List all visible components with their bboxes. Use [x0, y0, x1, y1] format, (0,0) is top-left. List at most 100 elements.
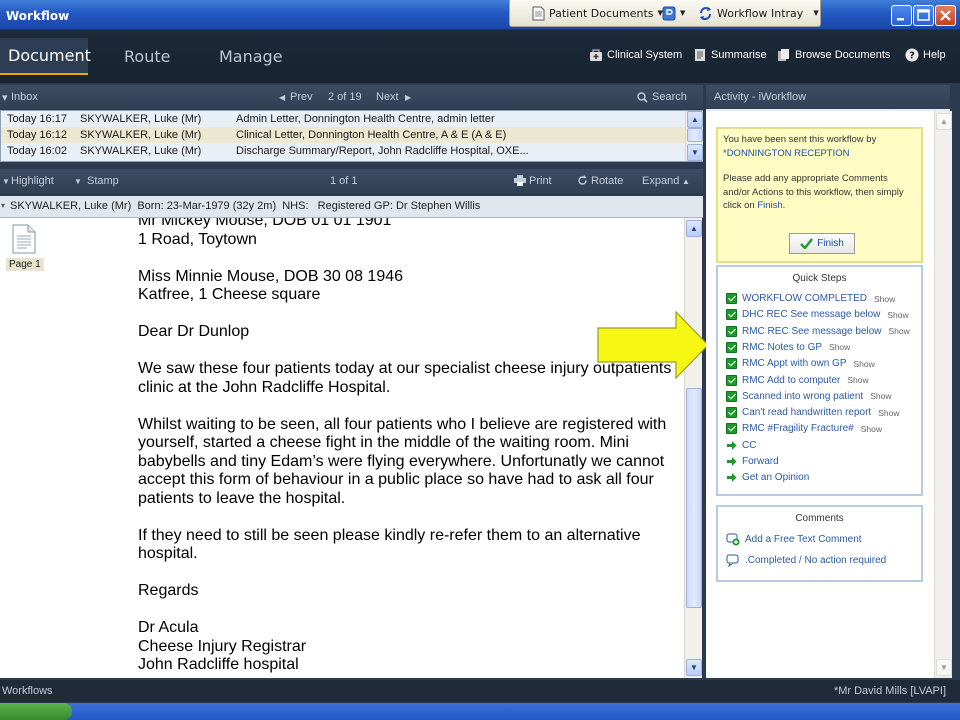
quick-step-item[interactable]: Get an Opinion: [726, 472, 809, 483]
rotate-icon[interactable]: [577, 175, 588, 186]
green-check-icon: [726, 325, 737, 337]
start-button[interactable]: [0, 703, 72, 720]
dropdown-arrow-icon: ▼: [680, 9, 686, 17]
minimize-button[interactable]: [891, 5, 912, 26]
stamp-button[interactable]: Stamp: [87, 175, 119, 187]
scroll-down-icon[interactable]: ▼: [687, 144, 703, 161]
scroll-down-icon[interactable]: ▼: [686, 659, 702, 676]
quick-step-item[interactable]: Forward: [726, 456, 779, 467]
search-button[interactable]: Search: [652, 91, 687, 103]
inbox-row-patient: SKYWALKER, Luke (Mr): [80, 113, 202, 125]
inbox-row-description: Clinical Letter, Donnington Health Centr…: [236, 129, 507, 141]
patient-bar: ▾ SKYWALKER, Luke (Mr) Born: 23-Mar-1979…: [0, 196, 703, 218]
quick-step-label: Forward: [742, 456, 779, 467]
expand-button[interactable]: Expand: [642, 175, 679, 187]
inbox-row[interactable]: Today 16:17 SKYWALKER, Luke (Mr) Admin L…: [1, 111, 685, 127]
inbox-row[interactable]: Today 16:02 SKYWALKER, Luke (Mr) Dischar…: [1, 143, 685, 159]
print-button[interactable]: Print: [529, 175, 552, 187]
quick-step-show-link[interactable]: Show: [829, 342, 850, 352]
completed-comment-link[interactable]: .Completed / No action required: [726, 554, 886, 567]
quick-step-show-link[interactable]: Show: [887, 310, 908, 320]
maximize-button[interactable]: [913, 5, 934, 26]
green-check-icon: [726, 423, 737, 435]
inbox-header: ▾ Inbox ◀ Prev 2 of 19 Next ▶ Search: [0, 85, 703, 109]
quick-step-label: DHC REC See message below: [742, 309, 881, 321]
prev-button[interactable]: Prev: [290, 91, 313, 103]
quick-step-item[interactable]: RMC #Fragility Fracture# Show: [726, 423, 882, 435]
inbox-row-selected[interactable]: Today 16:12 SKYWALKER, Luke (Mr) Clinica…: [1, 127, 685, 143]
quick-step-item[interactable]: Scanned into wrong patient Show: [726, 390, 891, 402]
highlight-button[interactable]: Highlight: [11, 175, 54, 187]
inbox-row-time: Today 16:12: [7, 129, 67, 141]
quick-step-item[interactable]: DHC REC See message below Show: [726, 309, 909, 321]
tab-document[interactable]: Document: [0, 38, 91, 75]
finish-button[interactable]: Finish: [789, 233, 855, 254]
help-label: Help: [923, 49, 946, 61]
window-title: Workflow: [6, 9, 70, 23]
quick-step-item[interactable]: WORKFLOW COMPLETED Show: [726, 293, 895, 304]
quick-step-show-link[interactable]: Show: [853, 359, 874, 369]
quick-step-show-link[interactable]: Show: [847, 375, 868, 385]
workflow-intray-button[interactable]: Workflow Intray ▼: [698, 3, 819, 23]
workflow-intray-label: Workflow Intray: [717, 6, 804, 20]
expand-arrow-icon[interactable]: ▲: [682, 177, 690, 186]
activity-scrollbar[interactable]: ▲ ▼: [934, 111, 952, 678]
next-button[interactable]: Next: [376, 91, 399, 103]
workflow-notice: You have been sent this workflow by *DON…: [716, 127, 923, 263]
letter-paragraph: If they need to still be seen please kin…: [138, 526, 641, 563]
letter-body: Mr Mickey Mouse, DOB 01 01 1901 1 Road, …: [138, 218, 678, 678]
prev-arrow-icon[interactable]: ◀: [279, 93, 285, 102]
quick-step-item[interactable]: RMC Appt with own GP Show: [726, 358, 875, 370]
collapse-arrow-icon[interactable]: ▾: [1, 201, 5, 210]
notice-instructions: Please add any appropriate Comments and/…: [723, 173, 904, 211]
tab-manage[interactable]: Manage: [211, 38, 291, 75]
quick-step-item[interactable]: RMC Add to computer Show: [726, 374, 869, 386]
quick-step-item[interactable]: Can't read handwritten report Show: [726, 407, 899, 419]
tab-route[interactable]: Route: [116, 38, 178, 75]
add-comment-link[interactable]: Add a Free Text Comment: [726, 533, 862, 546]
document-scrollbar[interactable]: ▲ ▼: [684, 218, 702, 678]
quick-step-label: RMC Notes to GP: [742, 341, 823, 353]
help-link[interactable]: ? Help: [905, 48, 946, 62]
page-thumbnail-label: Page 1: [6, 258, 44, 271]
scroll-thumb[interactable]: [686, 388, 702, 608]
quick-steps-box: Quick Steps WORKFLOW COMPLETED Show DHC RE…: [716, 265, 923, 496]
clinical-system-link[interactable]: Clinical System: [589, 48, 682, 62]
search-icon[interactable]: [637, 92, 648, 103]
close-icon: [940, 10, 951, 21]
quick-step-show-link[interactable]: Show: [874, 294, 895, 304]
quick-step-show-link[interactable]: Show: [870, 391, 891, 401]
quick-step-item[interactable]: RMC REC See message below Show: [726, 325, 910, 337]
stamp-dropdown-icon[interactable]: ▼: [74, 177, 82, 186]
browse-documents-link[interactable]: Browse Documents: [777, 48, 890, 62]
inbox-row-time: Today 16:02: [7, 145, 67, 157]
scroll-down-icon[interactable]: ▼: [936, 659, 952, 676]
highlight-dropdown-icon[interactable]: ▼: [2, 177, 10, 186]
green-check-icon: [726, 293, 737, 304]
summarise-link[interactable]: Summarise: [693, 48, 767, 62]
quick-step-show-link[interactable]: Show: [889, 326, 910, 336]
next-arrow-icon[interactable]: ▶: [405, 93, 411, 102]
quick-step-item[interactable]: RMC Notes to GP Show: [726, 341, 850, 353]
scroll-up-icon[interactable]: ▲: [686, 220, 702, 237]
close-button[interactable]: [935, 5, 956, 26]
scroll-up-icon[interactable]: ▲: [936, 113, 952, 130]
collapse-arrow-icon[interactable]: ▾: [2, 91, 8, 104]
rotate-button[interactable]: Rotate: [591, 175, 623, 187]
inbox-row-description: Admin Letter, Donnington Health Centre, …: [236, 113, 495, 125]
top-toolbar: Patient Documents ▼ ▼ Workflow Intray ▼: [509, 0, 821, 27]
os-taskbar: [0, 703, 960, 720]
logged-in-user: *Mr David Mills [LVAPI]: [833, 685, 946, 697]
quick-step-show-link[interactable]: Show: [861, 424, 882, 434]
scroll-thumb[interactable]: [687, 128, 703, 142]
patient-documents-button[interactable]: Patient Documents ▼: [532, 3, 663, 23]
app-menu-button[interactable]: ▼: [662, 3, 685, 23]
inbox-scrollbar[interactable]: ▲ ▼: [685, 111, 703, 161]
dropdown-arrow-icon: ▼: [813, 9, 819, 17]
page-thumbnail[interactable]: [11, 224, 37, 254]
green-check-icon: [726, 358, 737, 370]
scroll-up-icon[interactable]: ▲: [687, 111, 703, 128]
quick-step-item[interactable]: CC: [726, 440, 756, 451]
printer-icon[interactable]: [514, 175, 526, 186]
quick-step-show-link[interactable]: Show: [878, 408, 899, 418]
